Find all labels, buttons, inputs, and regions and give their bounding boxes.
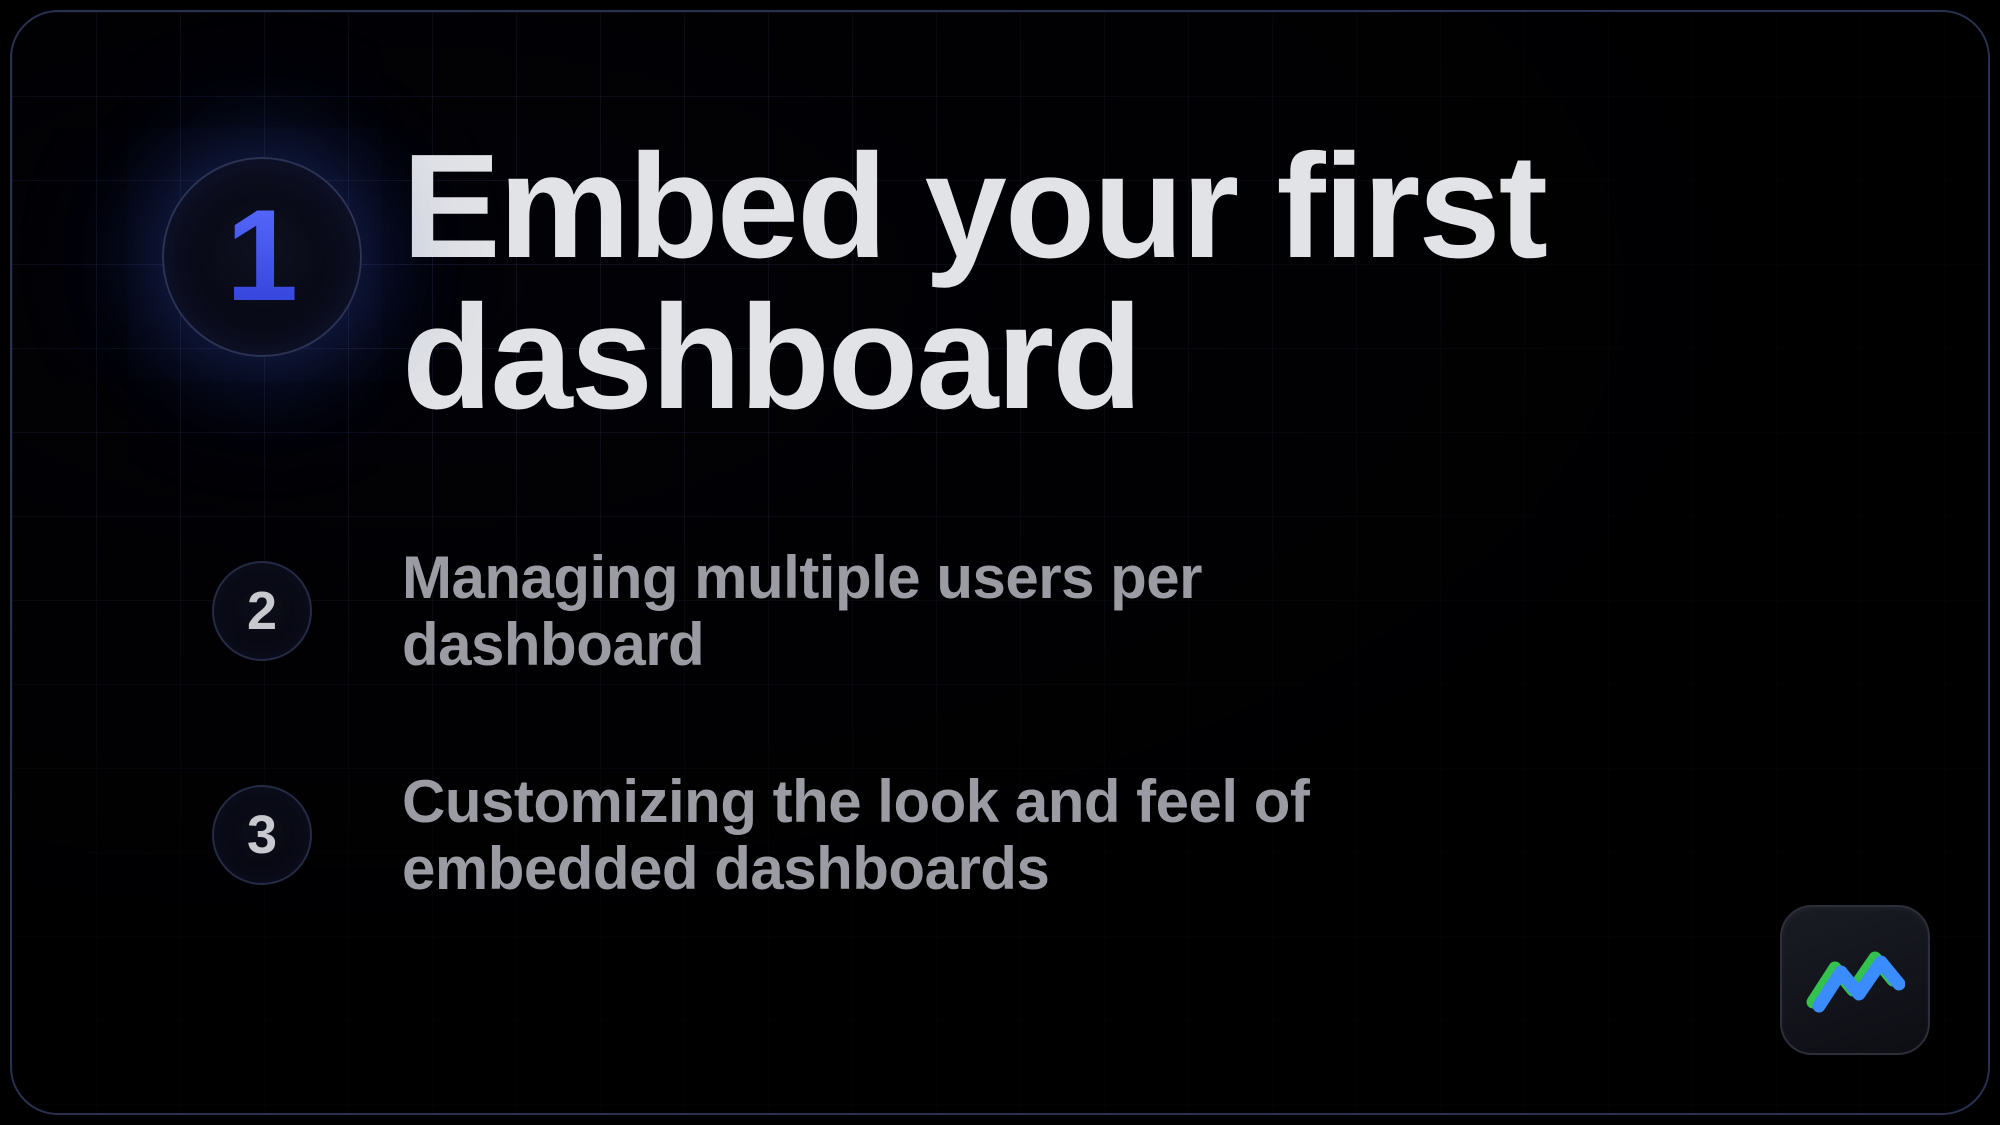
text-column: Managing multiple users per dashboard: [402, 544, 1888, 678]
step-badge-inactive: 3: [212, 785, 312, 885]
brand-logo: [1780, 905, 1930, 1055]
step-number: 2: [247, 584, 277, 638]
badge-column: 3: [122, 785, 402, 885]
step-title-secondary: Customizing the look and feel of embedde…: [402, 768, 1502, 902]
content-area: 1 Embed your first dashboard 2 Managing …: [12, 12, 1988, 1093]
step-badge-active: 1: [162, 157, 362, 357]
text-column: Embed your first dashboard: [402, 132, 1888, 434]
step-badge-inactive: 2: [212, 561, 312, 661]
badge-column: 2: [122, 561, 402, 661]
slide-card: 1 Embed your first dashboard 2 Managing …: [10, 10, 1990, 1115]
step-3-row: 3 Customizing the look and feel of embed…: [122, 768, 1888, 902]
text-column: Customizing the look and feel of embedde…: [402, 768, 1888, 902]
step-number: 1: [226, 190, 298, 320]
step-number: 3: [247, 808, 277, 862]
badge-column: 1: [122, 132, 402, 357]
chart-zigzag-icon: [1805, 940, 1905, 1020]
step-title-secondary: Managing multiple users per dashboard: [402, 544, 1502, 678]
step-2-row: 2 Managing multiple users per dashboard: [122, 544, 1888, 678]
step-title-primary: Embed your first dashboard: [402, 132, 1888, 434]
step-1-row: 1 Embed your first dashboard: [122, 132, 1888, 434]
